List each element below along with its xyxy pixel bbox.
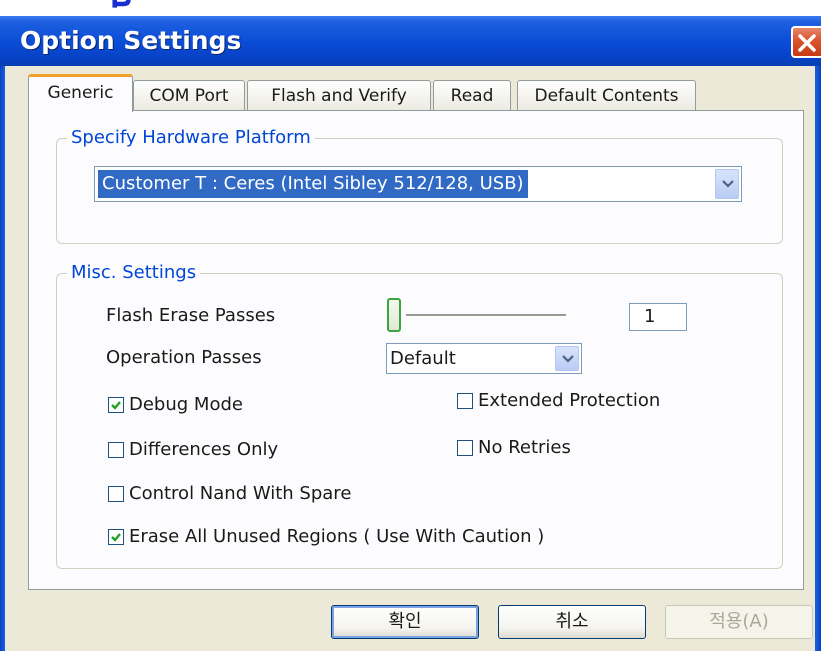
slider-thumb[interactable] bbox=[387, 298, 401, 332]
close-button[interactable] bbox=[791, 26, 821, 58]
operation-passes-dropdown[interactable]: Default bbox=[386, 343, 582, 374]
checkmark-icon bbox=[111, 533, 121, 542]
platform-dropdown[interactable]: Customer T : Ceres (Intel Sibley 512/128… bbox=[94, 166, 742, 202]
window-border-left bbox=[0, 66, 5, 651]
option-settings-dialog: Option Settings Generic COM Port Flash a… bbox=[0, 0, 821, 651]
operation-passes-label: Operation Passes bbox=[106, 347, 262, 368]
tab-label: Generic bbox=[47, 83, 114, 103]
no-retries-label[interactable]: No Retries bbox=[478, 436, 571, 460]
cropped-glyph bbox=[112, 0, 131, 8]
operation-passes-value: Default bbox=[390, 348, 456, 369]
window-border-right bbox=[815, 66, 821, 651]
close-icon bbox=[798, 34, 816, 52]
ok-button[interactable]: 확인 bbox=[331, 605, 479, 639]
flash-erase-passes-input[interactable]: 1 bbox=[629, 303, 687, 331]
generic-tab-panel: Specify Hardware Platform Customer T : C… bbox=[28, 110, 804, 590]
cancel-button[interactable]: 취소 bbox=[498, 605, 646, 639]
erase-all-unused-regions-checkbox[interactable] bbox=[108, 529, 124, 545]
debug-mode-checkbox[interactable] bbox=[108, 397, 124, 413]
title-bar[interactable]: Option Settings bbox=[0, 16, 821, 66]
tab-generic[interactable]: Generic bbox=[28, 74, 133, 112]
debug-mode-label[interactable]: Debug Mode bbox=[129, 393, 243, 417]
flash-erase-passes-label: Flash Erase Passes bbox=[106, 305, 276, 326]
flash-erase-passes-slider[interactable] bbox=[406, 314, 566, 317]
dropdown-button[interactable] bbox=[715, 169, 739, 199]
chevron-down-icon bbox=[562, 354, 574, 363]
control-nand-with-spare-label[interactable]: Control Nand With Spare bbox=[129, 482, 351, 506]
tab-flash-and-verify[interactable]: Flash and Verify bbox=[247, 80, 431, 110]
extended-protection-checkbox[interactable] bbox=[457, 393, 473, 409]
differences-only-checkbox[interactable] bbox=[108, 442, 124, 458]
window-title: Option Settings bbox=[20, 26, 242, 55]
no-retries-checkbox[interactable] bbox=[457, 440, 473, 456]
tab-label: Flash and Verify bbox=[271, 86, 407, 106]
group-legend: Misc. Settings bbox=[71, 262, 197, 283]
differences-only-label[interactable]: Differences Only bbox=[129, 438, 278, 462]
control-nand-with-spare-checkbox[interactable] bbox=[108, 486, 124, 502]
tab-label: Read bbox=[450, 86, 494, 106]
chevron-down-icon bbox=[722, 180, 734, 188]
extended-protection-label[interactable]: Extended Protection bbox=[478, 389, 660, 413]
erase-all-unused-regions-label[interactable]: Erase All Unused Regions ( Use With Caut… bbox=[129, 525, 544, 549]
cropped-heading-fragment bbox=[0, 0, 821, 16]
platform-dropdown-value: Customer T : Ceres (Intel Sibley 512/128… bbox=[98, 170, 528, 198]
tab-read[interactable]: Read bbox=[433, 80, 511, 110]
tab-label: COM Port bbox=[149, 86, 229, 106]
tab-label: Default Contents bbox=[534, 86, 679, 106]
checkmark-icon bbox=[111, 401, 121, 410]
tab-default-contents[interactable]: Default Contents bbox=[517, 80, 696, 110]
apply-button[interactable]: 적용(A) bbox=[665, 605, 813, 639]
group-legend: Specify Hardware Platform bbox=[71, 127, 311, 148]
tab-com-port[interactable]: COM Port bbox=[133, 80, 245, 110]
dropdown-button[interactable] bbox=[555, 346, 579, 371]
